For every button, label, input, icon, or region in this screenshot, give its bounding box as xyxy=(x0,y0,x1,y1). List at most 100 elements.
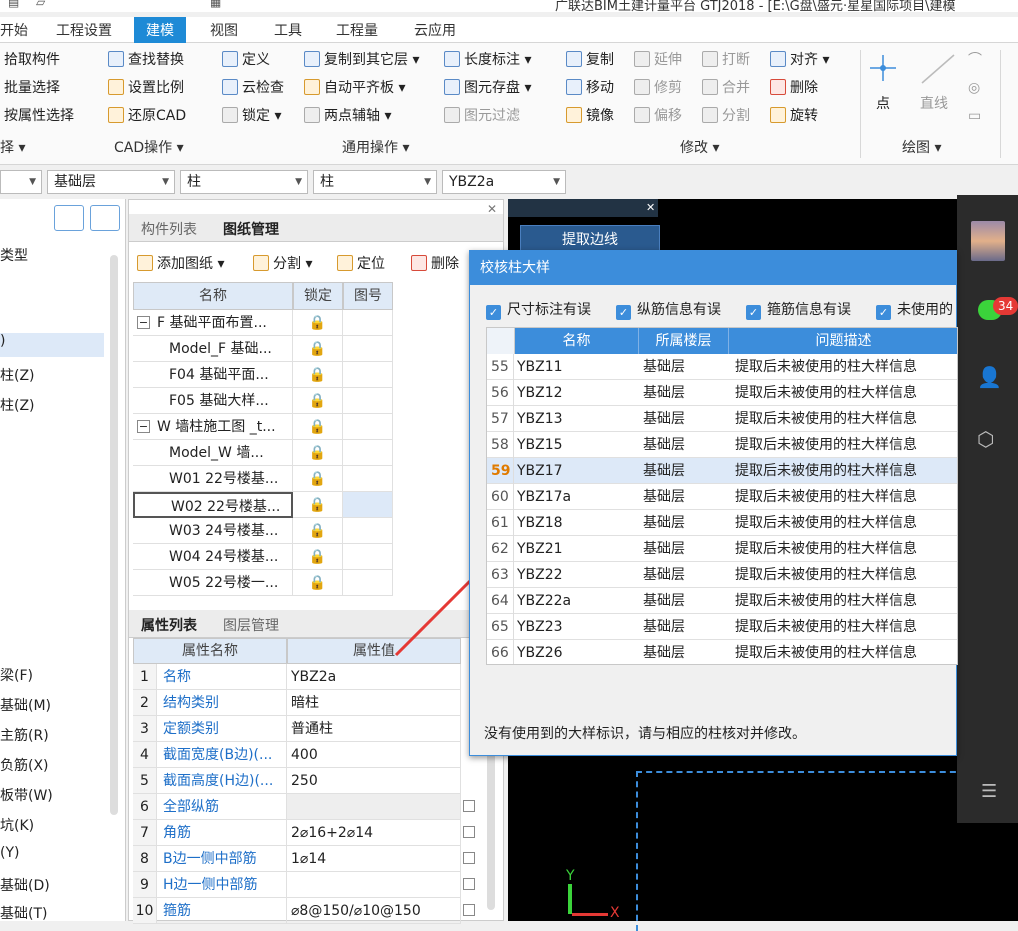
cloud-check-button[interactable]: 云检查 xyxy=(222,76,284,100)
property-checkbox[interactable] xyxy=(463,904,475,916)
property-value[interactable] xyxy=(287,794,461,820)
lock-icon[interactable]: 🔒 xyxy=(293,440,343,466)
length-dimension-button[interactable]: 长度标注 ▾ xyxy=(444,48,531,72)
delete-button[interactable]: 删除 xyxy=(770,76,818,100)
col-header-description[interactable]: 问题描述 xyxy=(729,328,957,354)
checkbox-unused[interactable]: ✓ 未使用的 xyxy=(876,299,953,320)
property-value[interactable] xyxy=(287,872,461,898)
issue-row[interactable]: 62 YBZ21 基础层 提取后未被使用的柱大样信息 xyxy=(487,536,957,562)
property-row[interactable]: 4 截面宽度(B边)(... 400 xyxy=(133,742,473,768)
menu-modeling[interactable]: 建模 xyxy=(134,17,186,43)
lock-icon[interactable]: 🔒 xyxy=(293,518,343,544)
open-icon[interactable]: ▱ xyxy=(36,0,45,9)
nav-item[interactable]: 柱(Z) xyxy=(0,365,35,385)
checkbox-rebar-error[interactable]: ✓ 纵筋信息有误 xyxy=(616,299,721,320)
rotate-button[interactable]: 旋转 xyxy=(770,104,818,128)
col-header-lock[interactable]: 锁定 xyxy=(293,282,343,310)
align-button[interactable]: 对齐 ▾ xyxy=(770,48,829,72)
property-value[interactable]: 暗柱 xyxy=(287,690,461,716)
line-button[interactable]: 直线 xyxy=(920,92,948,116)
menu-project-settings[interactable]: 工程设置 xyxy=(56,20,112,40)
point-button[interactable]: 点 xyxy=(876,92,890,116)
property-row[interactable]: 6 全部纵筋 xyxy=(133,794,475,820)
copy-button[interactable]: 复制 xyxy=(566,48,614,72)
nav-item[interactable]: 板带(W) xyxy=(0,785,53,805)
circle-icon[interactable]: ◎ xyxy=(968,76,980,100)
property-row[interactable]: 8 B边一侧中部筋 1⌀14 xyxy=(133,846,475,872)
property-value[interactable]: 普通柱 xyxy=(287,716,461,742)
property-value[interactable]: 2⌀16+2⌀14 xyxy=(287,820,461,846)
col-header-number[interactable]: 图号 xyxy=(343,282,393,310)
tab-drawing-management[interactable]: 图纸管理 xyxy=(223,219,279,239)
copy-to-layer-button[interactable]: 复制到其它层 ▾ xyxy=(304,48,419,72)
col-header-name[interactable]: 名称 xyxy=(133,282,293,310)
menu-icon[interactable]: ☰ xyxy=(981,781,997,802)
batch-select-button[interactable]: 批量选择 xyxy=(4,76,60,100)
quick-access-icon[interactable]: ▦ xyxy=(210,0,221,9)
add-drawing-button[interactable]: 添加图纸 ▾ xyxy=(137,252,224,276)
split-button[interactable]: 分割 xyxy=(702,104,750,128)
grid-view-icon[interactable] xyxy=(90,205,120,231)
property-row[interactable]: 7 角筋 2⌀16+2⌀14 xyxy=(133,820,475,846)
issue-row[interactable]: 57 YBZ13 基础层 提取后未被使用的柱大样信息 xyxy=(487,406,957,432)
nav-item[interactable]: 梁(F) xyxy=(0,665,33,685)
tree-row[interactable]: W04 24号楼基... 🔒 xyxy=(133,544,393,570)
locate-button[interactable]: 定位 xyxy=(337,252,385,276)
tree-row[interactable]: W05 22号楼一... 🔒 xyxy=(133,570,393,596)
auto-align-slab-button[interactable]: 自动平齐板 ▾ xyxy=(304,76,405,100)
menu-tools[interactable]: 工具 xyxy=(274,20,302,40)
property-row[interactable]: 10 箍筋 ⌀8@150/⌀10@150 xyxy=(133,898,475,924)
group-general[interactable]: 通用操作 ▾ xyxy=(342,137,409,157)
nav-item[interactable]: 基础(M) xyxy=(0,695,51,715)
group-cad[interactable]: CAD操作 ▾ xyxy=(114,137,184,157)
tree-row[interactable]: F05 基础大样... 🔒 xyxy=(133,388,393,414)
delete-drawing-button[interactable]: 删除 xyxy=(411,252,459,276)
property-row[interactable]: 2 结构类别 暗柱 xyxy=(133,690,473,716)
tree-row[interactable]: W01 22号楼基... 🔒 xyxy=(133,466,393,492)
tree-group-row[interactable]: − W 墙柱施工图 _t... 🔒 xyxy=(133,414,393,440)
nav-item[interactable]: (Y) xyxy=(0,845,19,861)
tree-row[interactable]: F04 基础平面... 🔒 xyxy=(133,362,393,388)
save-icon[interactable]: ▤ xyxy=(8,0,19,9)
nav-item[interactable]: 基础(T) xyxy=(0,903,47,923)
issue-row[interactable]: 65 YBZ23 基础层 提取后未被使用的柱大样信息 xyxy=(487,614,957,640)
define-button[interactable]: 定义 xyxy=(222,48,270,72)
property-checkbox[interactable] xyxy=(463,852,475,864)
avatar[interactable] xyxy=(971,221,1005,261)
tab-layer-management[interactable]: 图层管理 xyxy=(223,615,279,635)
nav-item[interactable]: 柱(Z) xyxy=(0,395,35,415)
close-icon[interactable]: ✕ xyxy=(487,202,497,216)
issue-row[interactable]: 60 YBZ17a 基础层 提取后未被使用的柱大样信息 xyxy=(487,484,957,510)
group-select[interactable]: 择 ▾ xyxy=(0,137,25,157)
tree-row[interactable]: Model_F 基础... 🔒 xyxy=(133,336,393,362)
set-scale-button[interactable]: 设置比例 xyxy=(108,76,184,100)
menu-cloud[interactable]: 云应用 xyxy=(414,20,456,40)
checkbox-dimension-error[interactable]: ✓ 尺寸标注有误 xyxy=(486,299,591,320)
lock-icon[interactable]: 🔒 xyxy=(293,388,343,414)
property-checkbox[interactable] xyxy=(463,826,475,838)
tree-row[interactable]: W03 24号楼基... 🔒 xyxy=(133,518,393,544)
issue-row[interactable]: 55 YBZ11 基础层 提取后未被使用的柱大样信息 xyxy=(487,354,957,380)
property-value[interactable]: 250 xyxy=(287,768,461,794)
filter-combo-0[interactable]: ▼ xyxy=(0,170,42,194)
property-row[interactable]: 5 截面高度(H边)(... 250 xyxy=(133,768,473,794)
offset-button[interactable]: 偏移 xyxy=(634,104,682,128)
find-replace-button[interactable]: 查找替换 xyxy=(108,48,184,72)
menu-quantity[interactable]: 工程量 xyxy=(336,20,378,40)
menu-view[interactable]: 视图 xyxy=(210,20,238,40)
nav-item-selected[interactable]: ) xyxy=(0,333,104,357)
issue-row[interactable]: 59 YBZ17 基础层 提取后未被使用的柱大样信息 xyxy=(487,458,957,484)
tree-row[interactable]: Model_W 墙... 🔒 xyxy=(133,440,393,466)
lock-button[interactable]: 锁定 ▾ xyxy=(222,104,281,128)
property-value[interactable]: 1⌀14 xyxy=(287,846,461,872)
group-modify[interactable]: 修改 ▾ xyxy=(680,137,719,157)
two-point-axis-button[interactable]: 两点辅轴 ▾ xyxy=(304,104,391,128)
tree-row[interactable]: W02 22号楼基... 🔒 xyxy=(133,492,393,518)
property-value[interactable]: ⌀8@150/⌀10@150 xyxy=(287,898,461,924)
component-combo[interactable]: YBZ2a ▼ xyxy=(442,170,566,194)
col-header-floor[interactable]: 所属楼层 xyxy=(639,328,729,354)
issue-row[interactable]: 63 YBZ22 基础层 提取后未被使用的柱大样信息 xyxy=(487,562,957,588)
property-row[interactable]: 3 定额类别 普通柱 xyxy=(133,716,473,742)
restore-cad-button[interactable]: 还原CAD xyxy=(108,104,186,128)
lock-icon[interactable]: 🔒 xyxy=(293,570,343,596)
